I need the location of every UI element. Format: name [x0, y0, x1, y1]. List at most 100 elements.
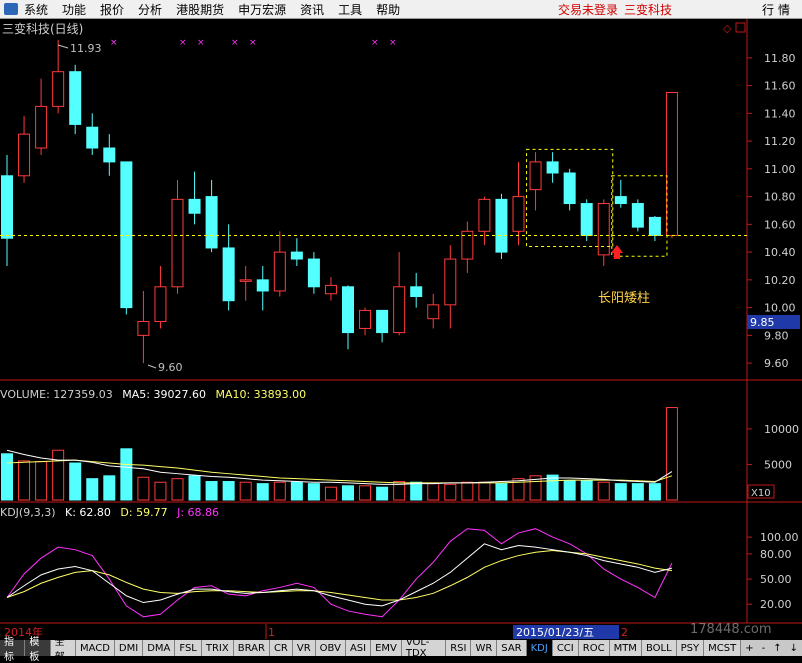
menu-item-info[interactable]: 资讯	[300, 1, 324, 18]
volume-bar	[290, 481, 303, 501]
red-arrow-stem	[614, 253, 620, 259]
candle-body	[478, 198, 491, 232]
kdj-j-value: J: 68.86	[176, 506, 219, 519]
candle-body	[376, 309, 389, 334]
tab-rsi[interactable]: RSI	[446, 640, 472, 656]
kdj-header: KDJ(9,3,3) K: 62.80 D: 59.77 J: 68.86	[0, 506, 219, 519]
candle-body	[18, 133, 31, 177]
volume-bar	[256, 483, 269, 501]
tab-psy[interactable]: PSY	[676, 640, 705, 656]
volume-bar	[69, 462, 82, 501]
tab-roc[interactable]: ROC	[578, 640, 610, 656]
menu-item-help[interactable]: 帮助	[376, 1, 400, 18]
menu-item-system[interactable]: 系统	[24, 1, 48, 18]
price-tick-label: 11.20	[764, 135, 796, 148]
volume-header: VOLUME: 127359.03 MA5: 39027.60 MA10: 33…	[0, 388, 306, 401]
candle-body	[665, 92, 678, 236]
candle-body	[631, 203, 644, 228]
login-status[interactable]: 交易未登录	[558, 1, 618, 18]
tab-cr[interactable]: CR	[269, 640, 293, 656]
tab-macd[interactable]: MACD	[75, 640, 115, 656]
tab-vol-tdx[interactable]: VOL-TDX	[401, 637, 447, 659]
volume-bar	[376, 486, 389, 501]
kdj-tick-label: 80.00	[760, 548, 792, 561]
candle-body	[427, 304, 440, 320]
tab-asi[interactable]: ASI	[345, 640, 372, 656]
low-price-label: 9.60	[158, 361, 183, 374]
volume-bar	[205, 481, 218, 501]
candle-body	[239, 279, 252, 282]
tab-control-3[interactable]: ↓	[786, 640, 802, 656]
diamond-icon[interactable]: ◇	[723, 22, 732, 35]
price-tick-label: 10.20	[764, 274, 796, 287]
volume-bar	[222, 481, 235, 501]
tab-control-0[interactable]: +	[741, 640, 757, 656]
tab-fsl[interactable]: FSL	[175, 640, 202, 656]
volume-bar	[461, 481, 474, 501]
price-tick-label: 11.60	[764, 80, 796, 93]
price-tick-label: 10.40	[764, 246, 796, 259]
kdj-tick-label: 50.00	[760, 573, 792, 586]
candle-body	[154, 286, 167, 322]
volume-bar	[427, 483, 440, 501]
price-tick-label: 10.00	[764, 302, 796, 315]
tab-control-1[interactable]: -	[758, 640, 770, 656]
volume-ma10: MA10: 33893.00	[215, 388, 306, 401]
top-marker-icon: ×	[371, 38, 379, 48]
menu-item-function[interactable]: 功能	[62, 1, 86, 18]
quote-button[interactable]: 行情	[762, 1, 794, 18]
date-month2-label: 2	[621, 626, 628, 639]
volume-bar	[648, 483, 661, 501]
tab-boll[interactable]: BOLL	[641, 640, 677, 656]
tab-mtm[interactable]: MTM	[609, 640, 642, 656]
tab-kdj[interactable]: KDJ	[526, 640, 553, 656]
candle	[69, 64, 82, 135]
price-tick-label: 9.80	[764, 329, 789, 342]
tab-dma[interactable]: DMA	[143, 640, 176, 656]
tab-dmi[interactable]: DMI	[114, 640, 144, 656]
tab-全部[interactable]: 全部	[50, 637, 76, 663]
menu-item-broker[interactable]: 申万宏源	[238, 1, 286, 18]
candle-body	[86, 126, 99, 149]
volume-bar	[665, 407, 678, 501]
candle-body	[69, 71, 82, 125]
tab-brar[interactable]: BRAR	[233, 640, 270, 656]
volume-bar	[495, 483, 508, 501]
volume-bar	[120, 448, 133, 501]
tab-sar[interactable]: SAR	[497, 640, 527, 656]
menu-item-quote[interactable]: 报价	[100, 1, 124, 18]
volume-bar	[1, 453, 13, 501]
volume-bar	[597, 481, 610, 501]
tab-trix[interactable]: TRIX	[201, 640, 234, 656]
volume-bar	[52, 449, 65, 501]
price-tick-label: 10.80	[764, 191, 796, 204]
stock-name-title: 三变科技	[623, 2, 672, 17]
top-marker-icon: ×	[231, 38, 239, 48]
candle-body	[188, 198, 201, 214]
tab-emv[interactable]: EMV	[371, 640, 402, 656]
tab-模板[interactable]: 模板	[25, 637, 51, 663]
tab-指标[interactable]: 指标	[0, 637, 26, 663]
date-month1-label: 1	[268, 626, 275, 639]
candle-body	[222, 247, 235, 302]
tab-obv[interactable]: OBV	[315, 640, 346, 656]
menu-item-tools[interactable]: 工具	[338, 1, 362, 18]
candle-body	[273, 251, 286, 292]
chart-title: 三变科技(日线)	[2, 21, 83, 36]
menu-item-hk-futures[interactable]: 港股期货	[176, 1, 224, 18]
candle-body	[52, 71, 65, 107]
menu-item-analysis[interactable]: 分析	[138, 1, 162, 18]
candle-body	[324, 284, 337, 295]
tab-vr[interactable]: VR	[292, 640, 316, 656]
stock-chart[interactable]: ◇ 三变科技(日线) 11.80 11.60 11.40 11.20 11.00 10.8…	[0, 19, 802, 640]
tab-wr[interactable]: WR	[471, 640, 498, 656]
candle-body	[1, 175, 13, 239]
top-marker-icon: ×	[110, 38, 118, 48]
tab-cci[interactable]: CCI	[552, 640, 579, 656]
tab-control-2[interactable]: ↑	[769, 640, 785, 656]
candle	[495, 193, 508, 260]
watermark-logo: 178448.com	[690, 622, 772, 637]
high-price-label: 11.93	[70, 42, 102, 55]
volume-bar	[35, 461, 48, 501]
tab-mcst[interactable]: MCST	[704, 640, 742, 656]
